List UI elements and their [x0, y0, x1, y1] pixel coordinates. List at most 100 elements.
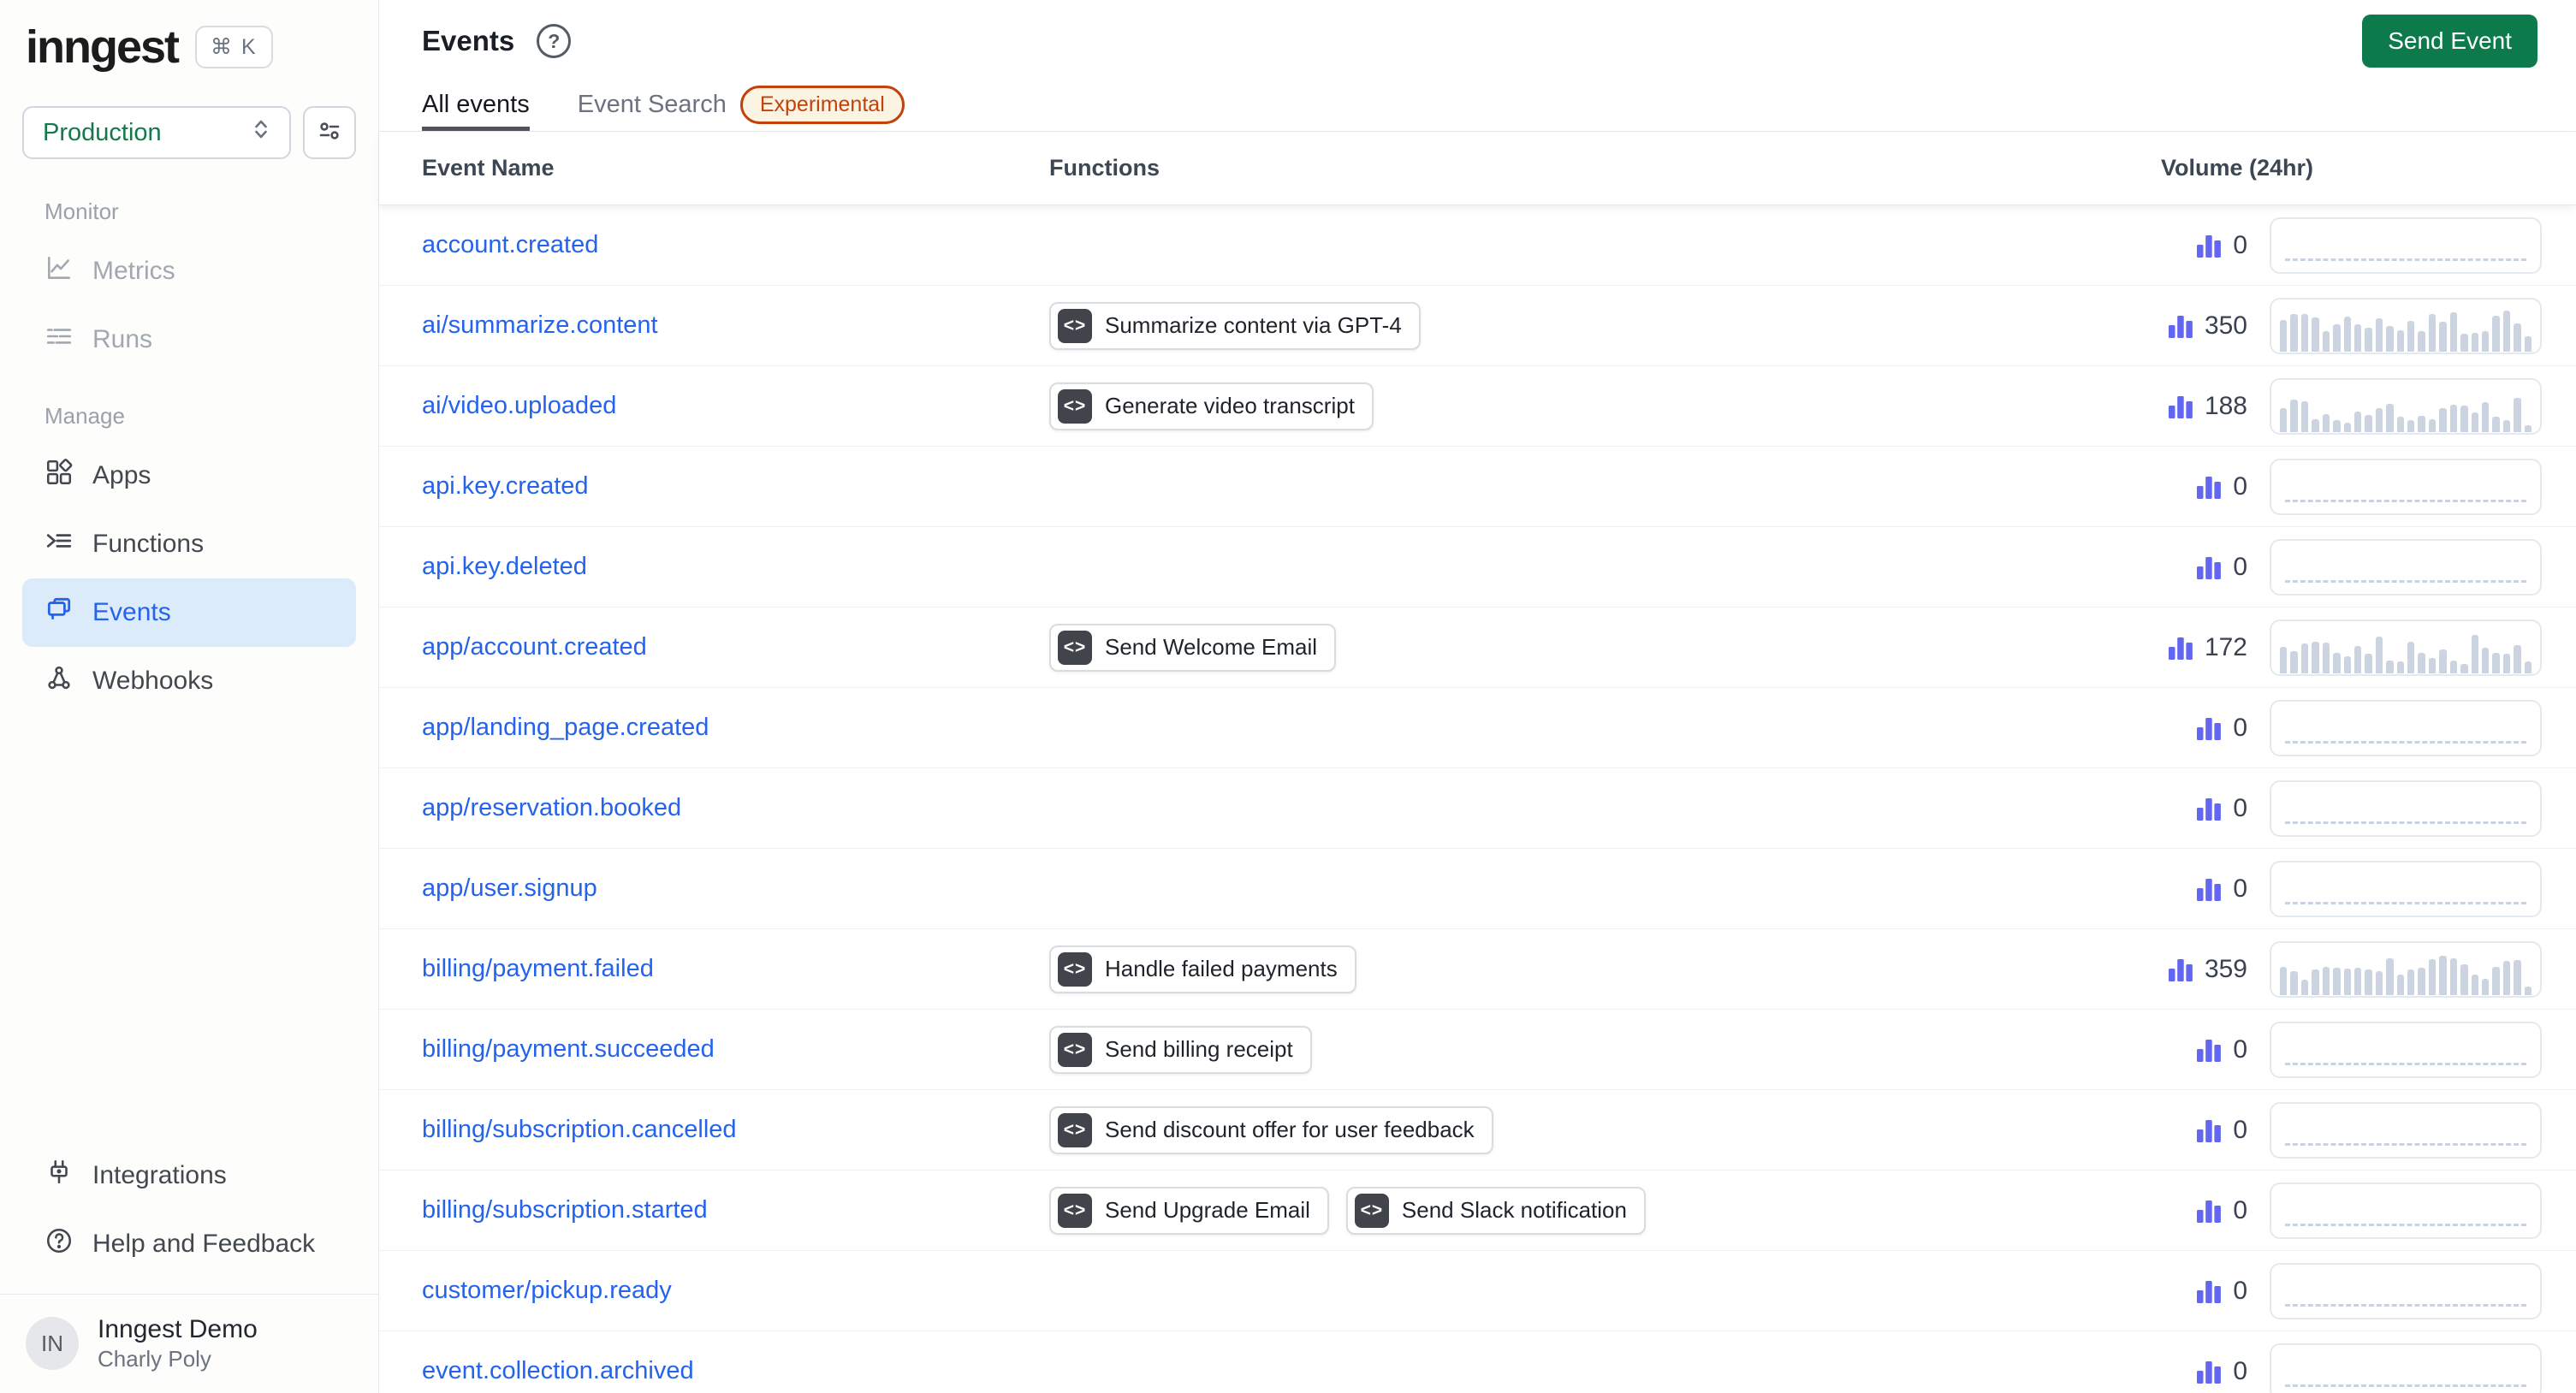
table-row: event.collection.archived 0 [379, 1331, 2576, 1393]
page-help-icon[interactable]: ? [537, 24, 572, 58]
webhook-icon [45, 663, 74, 699]
function-badge[interactable]: <> Send Welcome Email [1049, 623, 1337, 672]
sidebar-item-functions[interactable]: Functions [22, 510, 356, 578]
event-name-link[interactable]: billing/subscription.cancelled [422, 1116, 737, 1143]
apps-icon [45, 458, 74, 494]
event-name-link[interactable]: customer/pickup.ready [422, 1277, 672, 1304]
functions-icon [45, 526, 74, 562]
volume-cell: 172 [2122, 619, 2542, 676]
table-header: Event Name Functions Volume (24hr) [379, 132, 2576, 205]
volume-cell: 0 [2122, 458, 2542, 515]
function-badge[interactable]: <> Summarize content via GPT-4 [1049, 301, 1421, 350]
bar-chart-icon [2195, 1036, 2223, 1064]
volume-count: 0 [2233, 1115, 2247, 1144]
environment-settings-button[interactable] [303, 106, 356, 159]
event-name-link[interactable]: billing/payment.failed [422, 955, 654, 982]
volume-cell: 0 [2122, 216, 2542, 274]
table-body: account.created 0 ai/summarize.content <… [379, 205, 2576, 1393]
bar-chart-icon [2167, 956, 2194, 983]
function-badge[interactable]: <> Send Slack notification [1345, 1186, 1646, 1235]
volume-cell: 0 [2122, 1021, 2542, 1078]
table-row: api.key.created 0 [379, 447, 2576, 527]
event-name-link[interactable]: api.key.deleted [422, 553, 587, 580]
event-name-link[interactable]: ai/video.uploaded [422, 392, 616, 419]
volume-sparkline [2270, 860, 2542, 917]
volume-sparkline [2270, 458, 2542, 515]
functions-cell: <> Send discount offer for user feedback [1049, 1106, 2122, 1154]
sidebar-footer: Integrations Help and Feedback [0, 1141, 378, 1278]
event-name-link[interactable]: api.key.created [422, 472, 589, 500]
event-name-cell: api.key.created [422, 472, 1049, 501]
volume-count: 0 [2233, 874, 2247, 903]
volume-sparkline [2270, 1021, 2542, 1078]
sidebar-item-label: Runs [92, 325, 153, 353]
sidebar-item-integrations[interactable]: Integrations [22, 1141, 356, 1210]
code-icon: <> [1058, 630, 1092, 665]
event-name-link[interactable]: ai/summarize.content [422, 311, 658, 339]
function-badge-label: Send Welcome Email [1105, 634, 1318, 660]
table-row: billing/payment.failed <> Handle failed p… [379, 929, 2576, 1010]
event-name-cell: event.collection.archived [422, 1357, 1049, 1385]
table-row: account.created 0 [379, 205, 2576, 286]
event-name-link[interactable]: event.collection.archived [422, 1357, 694, 1384]
sidebar-item-help[interactable]: Help and Feedback [22, 1210, 356, 1278]
bar-chart-icon [2195, 232, 2223, 259]
metrics-icon [45, 253, 74, 289]
code-icon: <> [1058, 1112, 1092, 1147]
command-k-shortcut[interactable]: ⌘ K [195, 26, 273, 68]
event-name-link[interactable]: account.created [422, 231, 598, 258]
function-badge-label: Handle failed payments [1105, 956, 1338, 981]
sidebar-item-label: Metrics [92, 257, 175, 285]
tab-event-search[interactable]: Event Search Experimental [578, 82, 905, 131]
volume-cell: 0 [2122, 779, 2542, 837]
environment-selector[interactable]: Production [22, 106, 291, 159]
page-title: Events [422, 25, 515, 56]
table-row: app/reservation.booked 0 [379, 768, 2576, 849]
table-row: billing/subscription.started <> Send Upgr… [379, 1171, 2576, 1251]
tab-all-events[interactable]: All events [422, 82, 530, 131]
function-badge[interactable]: <> Send billing receipt [1049, 1025, 1312, 1074]
bar-chart-icon [2167, 634, 2194, 661]
code-icon: <> [1354, 1193, 1389, 1228]
send-event-button[interactable]: Send Event [2362, 15, 2537, 68]
column-header-event-name: Event Name [422, 155, 555, 181]
event-name-link[interactable]: billing/payment.succeeded [422, 1035, 715, 1063]
volume-sparkline [2270, 699, 2542, 756]
event-name-link[interactable]: app/user.signup [422, 874, 597, 902]
sidebar-item-webhooks[interactable]: Webhooks [22, 647, 356, 715]
event-name-cell: ai/summarize.content [422, 311, 1049, 340]
sidebar-item-runs[interactable]: Runs [22, 305, 356, 374]
code-icon: <> [1058, 308, 1092, 343]
sidebar-item-label: Webhooks [92, 667, 214, 695]
functions-cell: <> Generate video transcript [1049, 382, 2122, 430]
sidebar-item-label: Integrations [92, 1160, 227, 1189]
sidebar-item-apps[interactable]: Apps [22, 442, 356, 510]
function-badge-label: Generate video transcript [1105, 393, 1355, 418]
function-badge[interactable]: <> Handle failed payments [1049, 945, 1356, 993]
user-menu[interactable]: IN Inngest Demo Charly Poly [0, 1293, 378, 1393]
function-badge[interactable]: <> Send discount offer for user feedback [1049, 1106, 1493, 1154]
sidebar-nav: Monitor Metrics Runs Manage Apps Functio… [0, 199, 378, 715]
volume-sparkline [2270, 297, 2542, 354]
event-name-cell: billing/payment.succeeded [422, 1035, 1049, 1064]
sidebar-item-metrics[interactable]: Metrics [22, 237, 356, 305]
question-circle-icon [45, 1226, 74, 1262]
volume-sparkline [2270, 377, 2542, 435]
volume-count: 0 [2233, 1276, 2247, 1305]
volume-count: 0 [2233, 552, 2247, 581]
function-badge[interactable]: <> Generate video transcript [1049, 382, 1374, 430]
sidebar: inngest ⌘ K Production Monitor Metrics R… [0, 0, 379, 1393]
function-badge[interactable]: <> Send Upgrade Email [1049, 1186, 1329, 1235]
volume-count: 0 [2233, 1034, 2247, 1064]
event-name-cell: customer/pickup.ready [422, 1277, 1049, 1305]
sidebar-item-label: Apps [92, 461, 151, 489]
volume-cell: 0 [2122, 1262, 2542, 1319]
event-name-link[interactable]: app/reservation.booked [422, 794, 681, 821]
event-name-link[interactable]: app/landing_page.created [422, 714, 709, 741]
sidebar-item-events[interactable]: Events [22, 578, 356, 647]
table-row: app/account.created <> Send Welcome Email… [379, 608, 2576, 688]
event-name-link[interactable]: billing/subscription.started [422, 1196, 708, 1224]
function-badge-label: Send billing receipt [1105, 1036, 1293, 1062]
event-name-link[interactable]: app/account.created [422, 633, 647, 661]
bar-chart-icon [2195, 473, 2223, 501]
